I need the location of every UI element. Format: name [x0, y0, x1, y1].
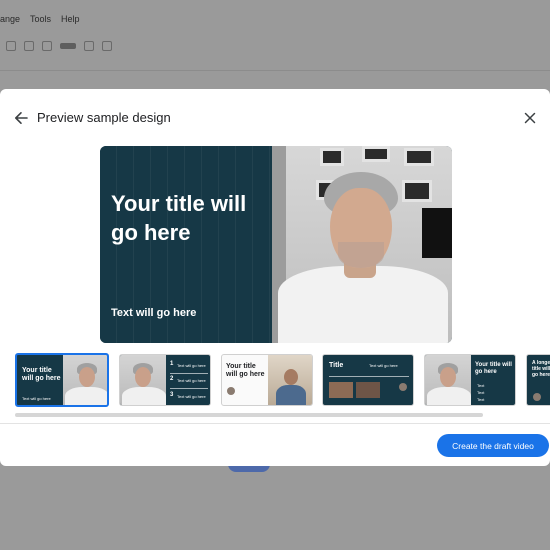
thumbnail-item-text: Text will go here — [177, 363, 206, 368]
toolbar-icon — [84, 41, 94, 51]
thumbnail-photo — [329, 382, 353, 398]
thumbnail-photo — [356, 382, 380, 398]
person-image — [272, 146, 452, 343]
avatar — [533, 393, 541, 401]
thumbnail-photo — [425, 355, 471, 405]
create-draft-video-button[interactable]: Create the draft video — [437, 434, 549, 457]
avatar — [399, 383, 407, 391]
design-thumbnail-4[interactable]: Title Text will go here — [322, 354, 414, 406]
preview-text-panel: Your title will go here Text will go her… — [100, 146, 272, 343]
toolbar-icon — [42, 41, 52, 51]
thumbnail-photo — [268, 355, 312, 405]
dialog-title: Preview sample design — [37, 110, 171, 125]
background-toolbar — [0, 36, 112, 56]
design-thumbnail-1[interactable]: Your title will go here Text will go her… — [15, 353, 109, 407]
thumbnail-photo — [120, 355, 166, 405]
thumbnail-divider — [170, 388, 208, 389]
preview-title: Your title will go here — [111, 191, 247, 245]
thumbnail-title: Your title will go here — [226, 363, 265, 378]
thumbnail-item-number: 2 — [170, 376, 174, 382]
dialog-header: Preview sample design — [0, 89, 550, 145]
menu-item-change: ange — [0, 14, 21, 24]
avatar — [227, 387, 235, 395]
preview-video-frame — [272, 146, 452, 343]
arrow-left-icon[interactable] — [12, 109, 30, 127]
design-thumbnail-2[interactable]: 1 Text will go here 2 Text will go here … — [119, 354, 211, 406]
background-menubar: ange Tools Help — [0, 14, 80, 34]
thumbnail-scrollbar[interactable] — [15, 413, 483, 417]
preview-text: Text will go here — [111, 307, 197, 319]
footer-divider — [0, 423, 550, 424]
toolbar-icon — [102, 41, 112, 51]
thumbnail-item-number: 1 — [170, 361, 174, 367]
thumbnail-bullet: Text — [477, 383, 485, 388]
toolbar-icon — [24, 41, 34, 51]
design-thumbnail-3[interactable]: Your title will go here — [221, 354, 313, 406]
design-thumbnails: Your title will go here Text will go her… — [0, 351, 550, 411]
thumbnail-subtitle: Text will go here — [369, 363, 398, 368]
thumbnail-bullet: Text — [477, 397, 485, 402]
menu-item-help: Help — [61, 14, 80, 24]
thumbnail-item-text: Text will go here — [177, 378, 206, 383]
toolbar-icon — [60, 43, 76, 49]
thumbnail-title: Title — [329, 362, 344, 369]
design-thumbnail-6[interactable]: A longer title will go here — [526, 354, 550, 406]
thumbnail-item-number: 3 — [170, 392, 174, 398]
thumbnail-title: Your title will go here — [22, 367, 61, 382]
thumbnail-photo — [63, 355, 107, 405]
menu-item-tools: Tools — [30, 14, 52, 24]
thumbnail-divider — [170, 373, 208, 374]
toolbar-icon — [6, 41, 16, 51]
thumbnail-divider — [329, 376, 409, 377]
thumbnail-title: Your title will go here — [475, 362, 512, 375]
design-preview: Your title will go here Text will go her… — [100, 146, 452, 343]
background-divider — [0, 70, 550, 71]
thumbnail-item-text: Text will go here — [177, 394, 206, 399]
thumbnail-title: A longer title will go here — [532, 360, 550, 378]
preview-dialog: Preview sample design Your title will go… — [0, 89, 550, 466]
thumbnail-bullet: Text — [477, 390, 485, 395]
design-thumbnail-5[interactable]: Your title will go here Text Text Text — [424, 354, 516, 406]
close-icon[interactable] — [521, 109, 539, 127]
thumbnail-subtitle: Text will go here — [22, 396, 51, 401]
